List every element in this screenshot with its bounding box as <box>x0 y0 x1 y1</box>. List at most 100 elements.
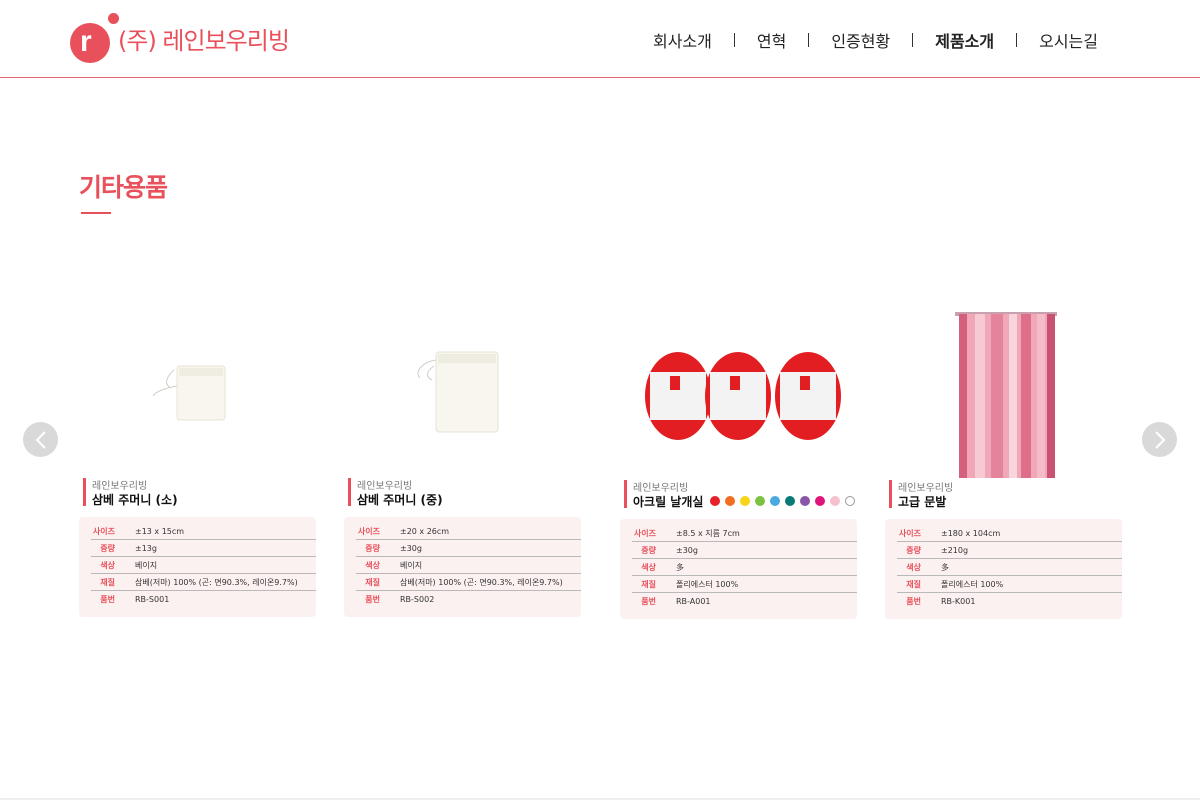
carousel-next-button[interactable] <box>1142 422 1177 457</box>
logo-mark: r <box>68 13 119 63</box>
name-accent-bar <box>83 478 86 506</box>
product-image-acrylic-yarn <box>645 352 841 440</box>
nav-history[interactable]: 연혁 <box>735 28 808 52</box>
spec-label: 품번 <box>365 595 380 604</box>
spec-label: 색상 <box>100 560 115 570</box>
logo[interactable]: r (주) 레인보우리빙 <box>68 12 290 64</box>
spec-value: 多 <box>676 562 684 572</box>
product-image-curtain <box>955 312 1057 478</box>
spec-row: 품번 RB-S001 <box>91 591 316 608</box>
spec-value: 폴리에스터 100% <box>676 579 739 589</box>
spec-label: 사이즈 <box>633 528 656 538</box>
spec-value: RB-K001 <box>941 597 976 606</box>
carousel-prev-button[interactable] <box>23 422 58 457</box>
color-swatch <box>830 496 840 506</box>
product-brand: 레인보우리빙 <box>92 481 148 492</box>
spec-value: 베이지 <box>135 560 158 570</box>
color-swatch <box>755 496 765 506</box>
spec-table: 사이즈 ±8.5 x 지름 7cm 중량 ±30g 색상 多 재질 폴리에스터 100%… <box>620 519 857 619</box>
spec-row: 재질 삼베(저마) 100% (곤: 면90.3%, 레이온9.7%) <box>91 574 316 591</box>
spec-value: ±30g <box>400 543 422 553</box>
spec-label: 중량 <box>906 545 921 555</box>
spec-row: 사이즈 ±13 x 15cm <box>91 523 316 540</box>
product-name: 삼베 주머니 (소) <box>92 493 178 507</box>
spec-label: 색상 <box>365 560 380 570</box>
spec-label: 중량 <box>365 543 380 553</box>
spec-value: 삼베(저마) 100% (곤: 면90.3%, 레이온9.7%) <box>400 577 563 587</box>
spec-value: ±30g <box>676 545 698 555</box>
spec-row: 품번 RB-K001 <box>897 593 1122 610</box>
spec-label: 품번 <box>641 597 656 606</box>
spec-row: 사이즈 ±8.5 x 지름 7cm <box>632 525 857 542</box>
main-nav: 회사소개 연혁 인증현황 제품소개 오시는길 <box>631 28 1120 52</box>
spec-label: 재질 <box>100 577 115 587</box>
spec-value: 폴리에스터 100% <box>941 579 1004 589</box>
spec-value: ±210g <box>941 545 969 555</box>
product-image-medium-pouch <box>417 351 499 433</box>
title-underline <box>81 212 111 214</box>
spec-table: 사이즈 ±20 x 26cm 중량 ±30g 색상 베이지 재질 삼베(저마) 100%… <box>344 517 581 617</box>
product-brand: 레인보우리빙 <box>633 483 689 494</box>
spec-row: 중량 ±210g <box>897 542 1122 559</box>
product-name: 고급 문발 <box>898 495 947 509</box>
logo-letter: r <box>80 25 92 58</box>
name-accent-bar <box>889 480 892 508</box>
spec-value: ±8.5 x 지름 7cm <box>676 528 740 538</box>
spec-label: 중량 <box>100 543 115 553</box>
name-accent-bar <box>624 480 627 508</box>
spec-label: 중량 <box>641 545 656 555</box>
spec-label: 재질 <box>641 579 656 589</box>
spec-label: 품번 <box>100 595 115 604</box>
spec-value: RB-S001 <box>135 595 170 604</box>
nav-certification[interactable]: 인증현황 <box>809 28 912 52</box>
spec-row: 재질 폴리에스터 100% <box>897 576 1122 593</box>
section-title: 기타용품 <box>79 173 168 202</box>
product-brand: 레인보우리빙 <box>357 481 413 492</box>
spec-row: 품번 RB-S002 <box>356 591 581 608</box>
spec-row: 색상 多 <box>897 559 1122 576</box>
spec-row: 중량 ±30g <box>632 542 857 559</box>
color-swatch <box>770 496 780 506</box>
spec-row: 색상 베이지 <box>356 557 581 574</box>
spec-row: 품번 RB-A001 <box>632 593 857 610</box>
color-swatch <box>785 496 795 506</box>
spec-label: 재질 <box>906 579 921 589</box>
spec-table: 사이즈 ±13 x 15cm 중량 ±13g 색상 베이지 재질 삼베(저마) 100%… <box>79 517 316 617</box>
color-swatch <box>740 496 750 506</box>
nav-company[interactable]: 회사소개 <box>631 28 734 52</box>
spec-table: 사이즈 ±180 x 104cm 중량 ±210g 색상 多 재질 폴리에스터 100%… <box>885 519 1122 619</box>
logo-dot <box>108 13 119 24</box>
spec-row: 색상 多 <box>632 559 857 576</box>
spec-value: ±13g <box>135 543 157 553</box>
product-brand: 레인보우리빙 <box>898 483 954 494</box>
nav-directions[interactable]: 오시는길 <box>1017 28 1120 52</box>
color-swatches <box>710 496 855 506</box>
spec-label: 재질 <box>365 577 380 587</box>
spec-value: ±20 x 26cm <box>400 526 450 536</box>
chevron-right-icon <box>1154 430 1165 449</box>
spec-row: 색상 베이지 <box>91 557 316 574</box>
spec-value: 삼베(저마) 100% (곤: 면90.3%, 레이온9.7%) <box>135 577 298 587</box>
nav-products[interactable]: 제품소개 <box>913 28 1016 52</box>
spec-value: ±13 x 15cm <box>135 526 185 536</box>
spec-row: 재질 폴리에스터 100% <box>632 576 857 593</box>
spec-row: 사이즈 ±20 x 26cm <box>356 523 581 540</box>
spec-value: ±180 x 104cm <box>941 528 1001 538</box>
color-swatch <box>710 496 720 506</box>
color-swatch <box>725 496 735 506</box>
spec-value: 多 <box>941 562 949 572</box>
product-name: 아크릴 날개실 <box>633 495 704 509</box>
logo-text: (주) 레인보우리빙 <box>118 26 290 55</box>
color-swatch <box>800 496 810 506</box>
spec-row: 사이즈 ±180 x 104cm <box>897 525 1122 542</box>
spec-value: RB-A001 <box>676 597 711 606</box>
spec-label: 사이즈 <box>898 528 921 538</box>
spec-row: 재질 삼베(저마) 100% (곤: 면90.3%, 레이온9.7%) <box>356 574 581 591</box>
name-accent-bar <box>348 478 351 506</box>
spec-row: 중량 ±30g <box>356 540 581 557</box>
site-header: r (주) 레인보우리빙 회사소개 연혁 인증현황 제품소개 오시는길 <box>0 0 1200 78</box>
product-image-small-pouch <box>152 365 226 421</box>
color-swatch <box>845 496 855 506</box>
color-swatch <box>815 496 825 506</box>
product-name: 삼베 주머니 (중) <box>357 493 443 507</box>
